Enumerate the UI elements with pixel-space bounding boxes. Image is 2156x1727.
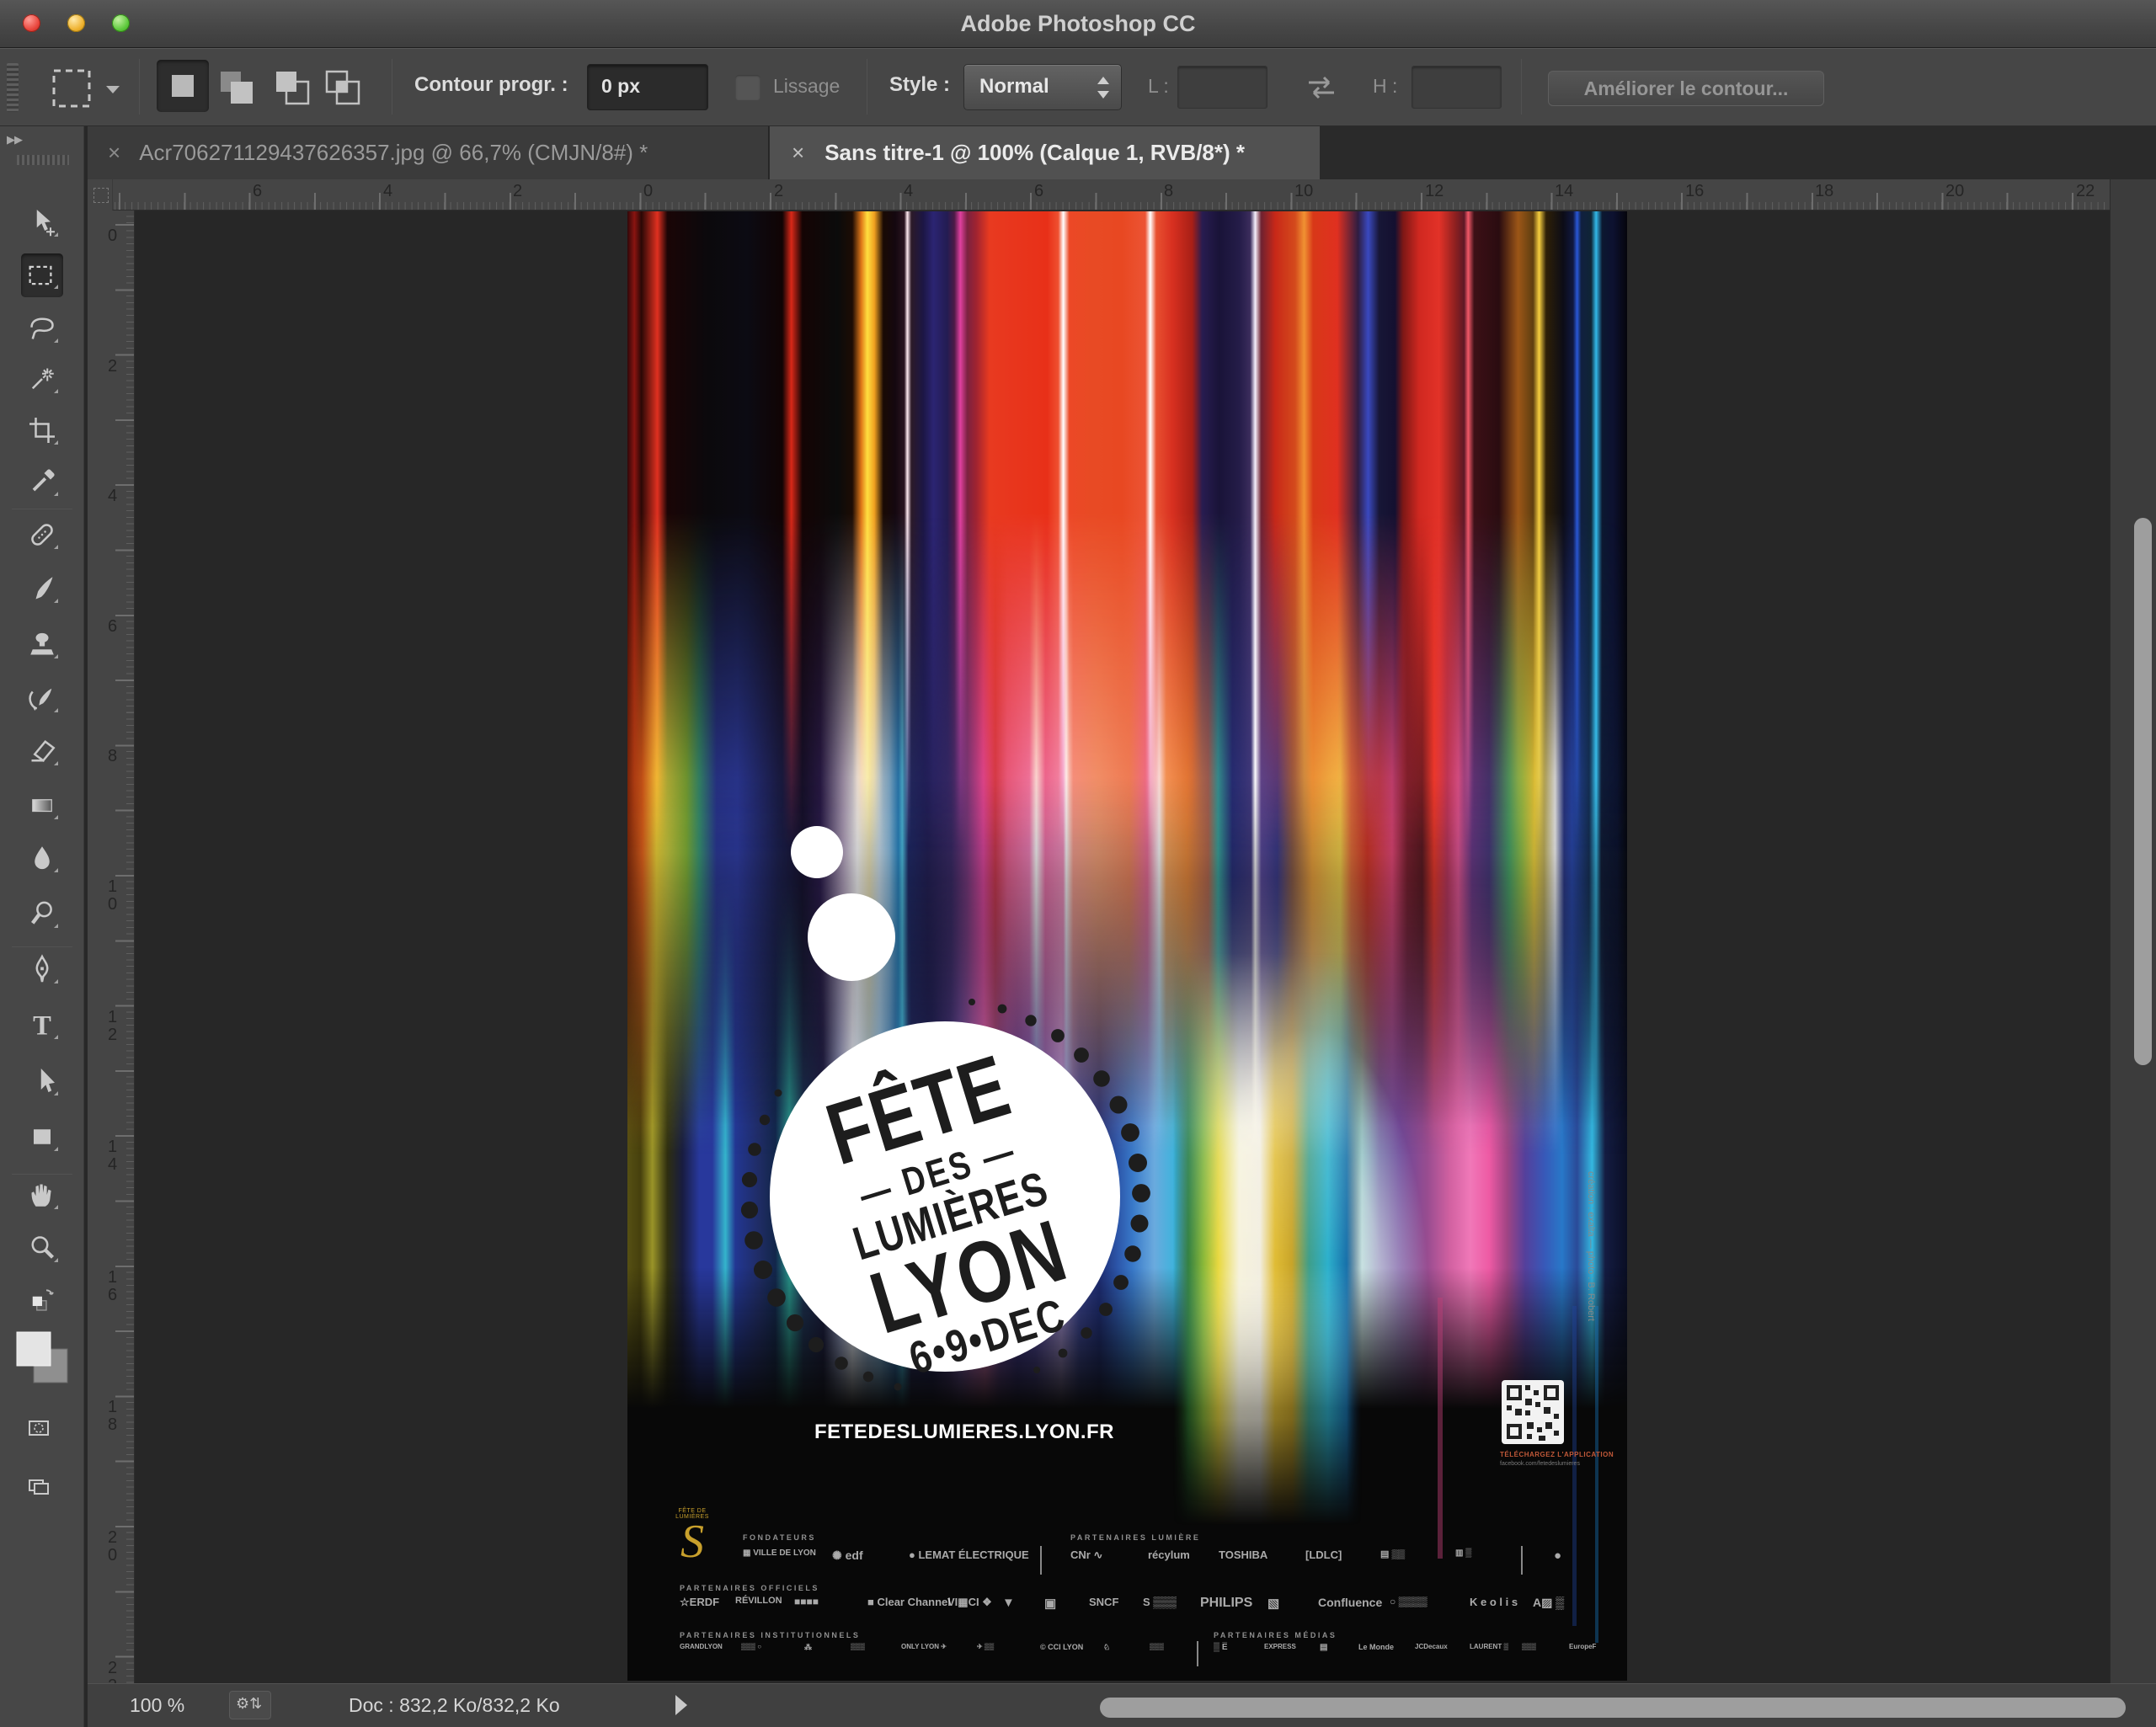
svg-text:T: T: [33, 1010, 51, 1041]
